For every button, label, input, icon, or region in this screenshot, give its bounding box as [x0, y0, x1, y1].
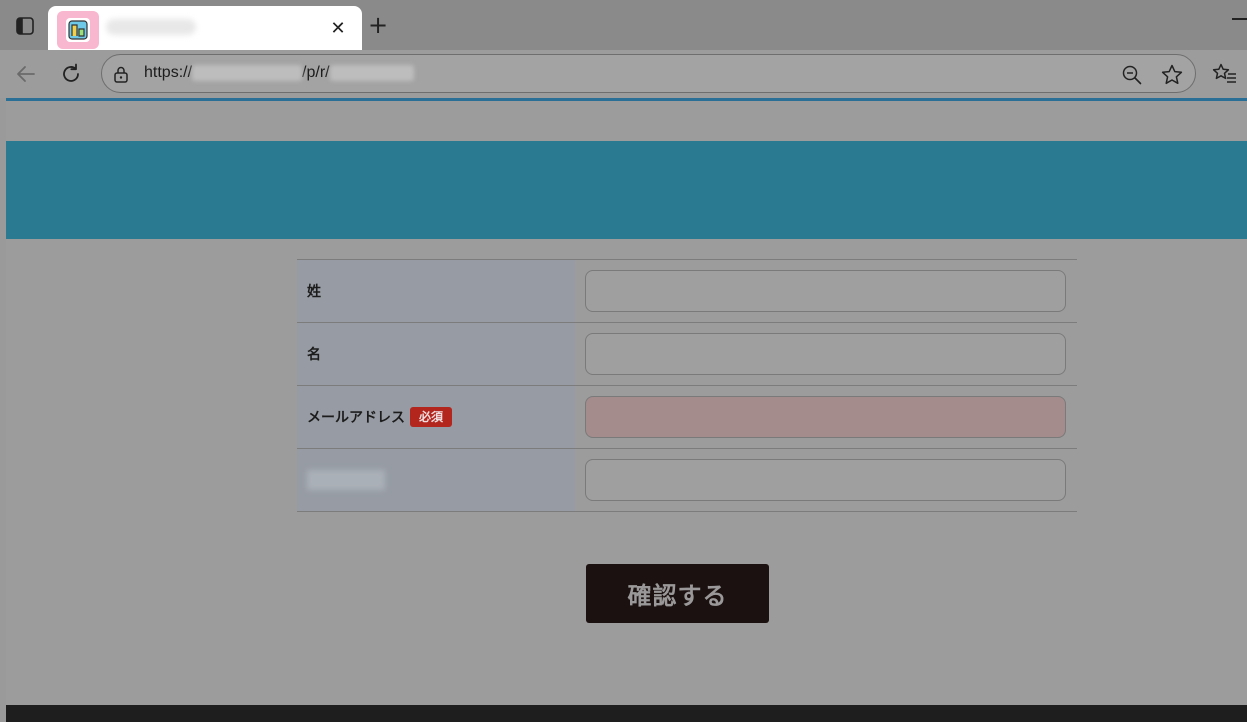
form-row-first-name: 名: [297, 323, 1077, 386]
browser-toolbar: https:// /p/r/: [0, 50, 1247, 98]
confirm-button[interactable]: 確認する: [586, 564, 769, 623]
last-name-input[interactable]: [585, 270, 1066, 312]
favicon-highlight: [57, 11, 99, 49]
form-row-extra: [297, 449, 1077, 512]
extra-input[interactable]: [585, 459, 1066, 501]
email-input[interactable]: [585, 396, 1066, 438]
tab-title: [106, 19, 196, 35]
site-favicon-icon: [66, 18, 90, 42]
first-name-label: 名: [307, 347, 321, 363]
email-label: メールアドレス: [307, 410, 405, 426]
url-host-redacted: [192, 64, 303, 81]
last-name-label: 姓: [307, 284, 321, 300]
required-badge: 必須: [410, 407, 453, 427]
back-arrow-icon[interactable]: [14, 62, 38, 86]
field-cell: [575, 260, 1077, 322]
lock-icon[interactable]: [112, 65, 130, 83]
new-tab-icon[interactable]: +: [366, 13, 390, 37]
redacted-label: [307, 470, 385, 490]
address-bar[interactable]: https:// /p/r/: [101, 54, 1196, 93]
field-label: [297, 449, 575, 511]
tab-close-icon[interactable]: ✕: [326, 16, 350, 40]
field-cell: [575, 449, 1077, 511]
zoom-out-icon[interactable]: [1121, 64, 1143, 86]
field-cell: [575, 386, 1077, 448]
page-header: [6, 141, 1247, 239]
page-title: [586, 174, 786, 202]
reload-icon[interactable]: [58, 61, 84, 87]
form-row-email: メールアドレス 必須: [297, 386, 1077, 449]
star-icon[interactable]: [1160, 63, 1184, 87]
page-top-accent: [6, 98, 1247, 101]
field-cell: [575, 323, 1077, 385]
url-prefix: https://: [144, 64, 193, 81]
first-name-input[interactable]: [585, 333, 1066, 375]
url-path: /p/r/: [302, 64, 330, 81]
field-label: 姓: [297, 260, 575, 322]
active-tab[interactable]: ✕: [48, 6, 362, 52]
favorites-list-icon[interactable]: [1212, 62, 1238, 86]
form-row-last-name: 姓: [297, 260, 1077, 323]
field-label: メールアドレス 必須: [297, 386, 575, 448]
contact-form: 姓 名 メールアドレス 必須: [297, 259, 1077, 512]
page-viewport: 姓 名 メールアドレス 必須 確認する: [6, 98, 1247, 722]
tab-strip: ✕ +: [0, 0, 1247, 52]
page-footer: [6, 705, 1247, 722]
sidebar-icon[interactable]: [14, 15, 36, 37]
url-text: https:// /p/r/: [144, 64, 414, 82]
field-label: 名: [297, 323, 575, 385]
minimize-icon[interactable]: [1232, 18, 1247, 20]
url-path-redacted: [329, 64, 414, 81]
